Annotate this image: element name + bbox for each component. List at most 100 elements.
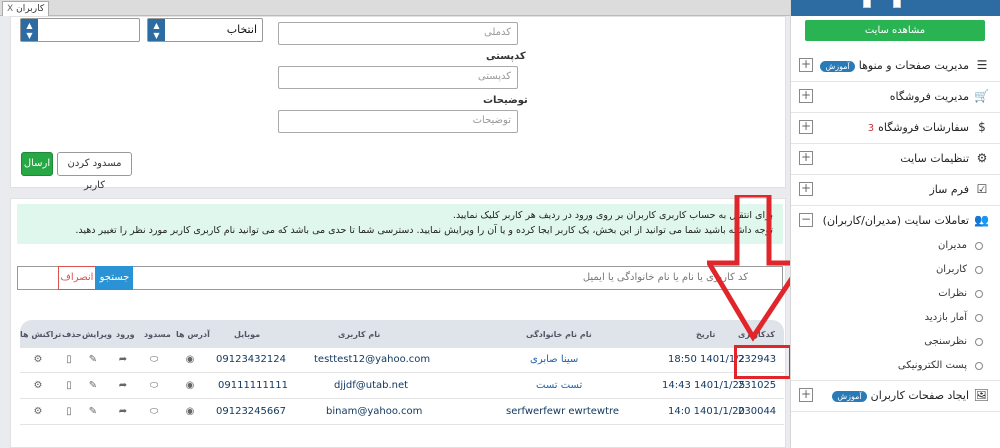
transactions-icon[interactable]: ⚙ (32, 380, 44, 392)
role-select[interactable]: ▲ ▼ انتخاب (147, 18, 263, 42)
expand-icon[interactable]: + (799, 388, 813, 402)
description-input[interactable]: توضیحات (278, 110, 518, 133)
sidebar-subitem-users[interactable]: کاربران (791, 260, 1000, 282)
edit-icon[interactable]: ✎ (87, 354, 99, 366)
toggle-icon[interactable]: ⬭ (148, 406, 160, 418)
block-user-button[interactable]: مسدود کردن کاربر (57, 152, 132, 191)
view-site-button[interactable]: مشاهده سایت (805, 20, 985, 41)
toggle-icon[interactable]: ⬭ (148, 354, 160, 366)
radio-icon (975, 266, 983, 274)
edit-icon[interactable]: ✎ (87, 380, 99, 392)
search-bar: کد کاربری یا نام یا نام خانوادگی یا ایمی… (17, 266, 783, 290)
sidebar-item-label: فرم ساز (929, 183, 969, 196)
cancel-button[interactable]: انصراف (58, 266, 96, 290)
pages-icon: ☰ (976, 58, 988, 72)
sidebar-item-label: سفارشات فروشگاه (878, 121, 969, 134)
view-icon[interactable]: ◉ (184, 354, 196, 366)
table-row: 232943 18:50 1401/1/2 سینا صابری testtes… (20, 348, 784, 373)
divider (791, 411, 1000, 412)
sidebar-item-label: ایجاد صفحات کاربران (870, 389, 969, 402)
tab-users[interactable]: کاربران X (2, 1, 50, 16)
subitem-label: کاربران (935, 264, 967, 275)
expand-icon[interactable]: + (799, 120, 813, 134)
expand-icon[interactable]: + (799, 182, 813, 196)
tutorial-badge[interactable]: آموزش (832, 390, 867, 402)
info-alert: برای انتقال به حساب کاربری کاربران بر رو… (17, 204, 783, 244)
view-icon[interactable]: ◉ (184, 406, 196, 418)
sidebar-item-pages[interactable]: ☰ مدیریت صفحات و منوهاآموزش + (791, 52, 1000, 80)
divider (791, 205, 1000, 206)
sidebar-item-form-builder[interactable]: ☑ فرم ساز + (791, 176, 1000, 204)
sidebar-top-bar (791, 0, 1000, 16)
divider (791, 112, 1000, 113)
admin-sidebar: مشاهده سایت ☰ مدیریت صفحات و منوهاآموزش … (790, 0, 1000, 448)
login-arrow-icon[interactable]: ➦ (117, 406, 129, 418)
expand-icon[interactable]: + (799, 89, 813, 103)
postal-code-label: کدپستی (486, 51, 526, 62)
sidebar-item-shop[interactable]: 🛒 مدیریت فروشگاه + (791, 83, 1000, 111)
transactions-icon[interactable]: ⚙ (32, 354, 44, 366)
mini-button-right[interactable] (893, 0, 901, 8)
image-icon: 🖼 (973, 388, 989, 402)
search-button[interactable]: جستجو (96, 266, 133, 290)
mini-button-left[interactable] (863, 0, 871, 8)
filter-select[interactable]: ▲ ▼ (20, 18, 140, 42)
cell-name: تست تست (536, 380, 583, 391)
radio-icon (975, 314, 983, 322)
expand-icon[interactable]: + (799, 151, 813, 165)
sidebar-subitem-admins[interactable]: مدیران (791, 236, 1000, 258)
submit-button[interactable]: ارسال (21, 152, 53, 176)
sidebar-subitem-comments[interactable]: نظرات (791, 284, 1000, 306)
delete-icon[interactable]: ▯ (63, 406, 75, 418)
login-arrow-icon[interactable]: ➦ (117, 354, 129, 366)
col-blocked: مسدود (144, 330, 171, 339)
select-arrows-icon: ▲ ▼ (148, 19, 165, 41)
divider (791, 174, 1000, 175)
col-name: نام نام خانوادگی (526, 330, 592, 339)
sidebar-subitem-polls[interactable]: نظرسنجی (791, 332, 1000, 354)
subitem-label: نظرات (938, 288, 967, 299)
cart-icon: 🛒 (974, 89, 989, 103)
postal-code-input[interactable]: کدپستی (278, 66, 518, 89)
sidebar-item-label: تعاملات سایت (مدیران/کاربران) (822, 214, 969, 227)
subitem-label: آمار بازدید (924, 312, 967, 323)
sidebar-item-label: تنظیمات سایت (900, 152, 969, 165)
cell-mobile: 09123432124 (216, 354, 286, 365)
select-arrows-icon: ▲ ▼ (21, 19, 38, 41)
tutorial-badge[interactable]: آموزش (820, 60, 855, 72)
table-header: کدکاربری تاریخ نام نام خانوادگی نام کارب… (20, 320, 784, 348)
alert-line-1: برای انتقال به حساب کاربری کاربران بر رو… (452, 210, 773, 221)
delete-icon[interactable]: ▯ (63, 380, 75, 392)
sidebar-subitem-email[interactable]: پست الکترونیکی (791, 356, 1000, 378)
toggle-icon[interactable]: ⬭ (148, 380, 160, 392)
cell-mobile: 09123245667 (216, 406, 286, 417)
close-icon[interactable]: X (7, 2, 13, 16)
sidebar-item-user-pages[interactable]: 🖼 ایجاد صفحات کاربرانآموزش + (791, 382, 1000, 410)
expand-icon[interactable]: + (799, 58, 813, 72)
sidebar-item-settings[interactable]: ⚙ تنظیمات سایت + (791, 145, 1000, 173)
divider (791, 81, 1000, 82)
cell-date: 14:43 1401/1/25 (662, 380, 746, 391)
sidebar-item-interactions[interactable]: 👥 تعاملات سایت (مدیران/کاربران) − (791, 207, 1000, 235)
divider (791, 143, 1000, 144)
radio-icon (975, 362, 983, 370)
tab-label: کاربران (16, 4, 45, 14)
national-code-input[interactable]: کدملی (278, 22, 518, 45)
collapse-icon[interactable]: − (799, 213, 813, 227)
edit-icon[interactable]: ✎ (87, 406, 99, 418)
login-arrow-icon[interactable]: ➦ (117, 380, 129, 392)
sidebar-item-label: مدیریت صفحات و منوها (858, 59, 969, 72)
col-mobile: موبایل (234, 330, 261, 339)
radio-icon (975, 290, 983, 298)
col-login: ورود (116, 330, 135, 339)
col-username: نام کاربری (338, 330, 381, 339)
radio-icon (975, 242, 983, 250)
bell-icon: 3 (867, 123, 875, 134)
transactions-icon[interactable]: ⚙ (32, 406, 44, 418)
delete-icon[interactable]: ▯ (63, 354, 75, 366)
subitem-label: مدیران (937, 240, 967, 251)
sidebar-item-orders[interactable]: $ سفارشات فروشگاه3 + (791, 114, 1000, 142)
view-icon[interactable]: ◉ (184, 380, 196, 392)
sidebar-subitem-stats[interactable]: آمار بازدید (791, 308, 1000, 330)
subitem-label: نظرسنجی (924, 336, 967, 347)
